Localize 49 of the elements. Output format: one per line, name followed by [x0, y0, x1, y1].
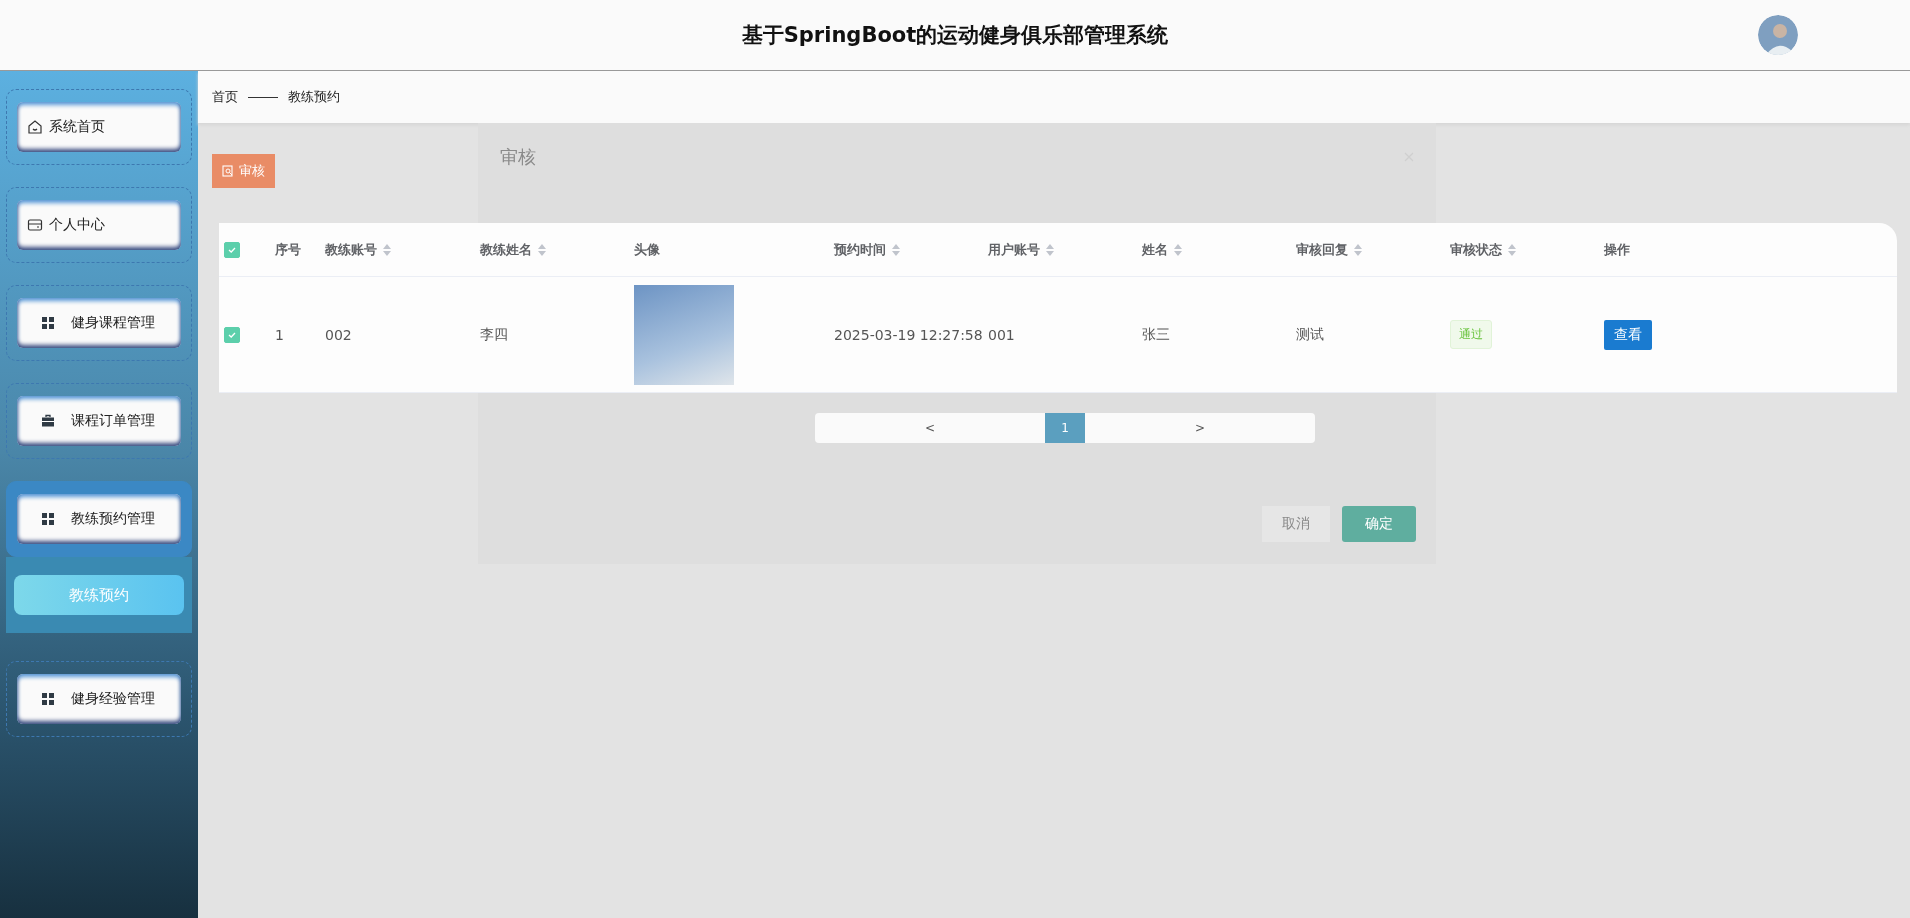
table-cell: 2025-03-19 12:27:58 — [834, 326, 983, 343]
grid-icon — [41, 692, 55, 706]
card-icon — [27, 217, 43, 233]
table-cell: 002 — [325, 326, 352, 343]
grid-icon — [41, 512, 55, 526]
menu-item[interactable]: 教练预约管理 — [17, 494, 181, 544]
audit-icon — [222, 165, 234, 177]
breadcrumb-separator — [248, 96, 278, 98]
status-tag: 通过 — [1450, 320, 1492, 349]
column-header[interactable]: 审核回复 — [1296, 240, 1348, 259]
column-header[interactable]: 预约时间 — [834, 240, 886, 259]
avatar-icon[interactable] — [1758, 15, 1798, 55]
sort-icon[interactable] — [1046, 243, 1054, 256]
dialog-title: 审核 — [500, 145, 536, 169]
next-page-button[interactable]: > — [1085, 413, 1315, 443]
column-header[interactable]: 教练账号 — [325, 240, 377, 259]
sort-icon[interactable] — [892, 243, 900, 256]
menu-item[interactable]: 系统首页 — [17, 102, 181, 152]
menu-item[interactable]: 健身经验管理 — [17, 674, 181, 724]
column-header[interactable]: 教练姓名 — [480, 240, 532, 259]
table-cell: 张三 — [1142, 325, 1170, 344]
menu-item[interactable]: 课程订单管理 — [17, 396, 181, 446]
breadcrumb-item[interactable]: 首页 — [212, 88, 238, 106]
app-title: 基于SpringBoot的运动健身俱乐部管理系统 — [741, 22, 1169, 49]
column-header[interactable]: 操作 — [1604, 240, 1630, 259]
column-header[interactable]: 序号 — [275, 240, 301, 259]
menu-item[interactable]: 健身课程管理 — [17, 298, 181, 348]
grid-icon — [41, 316, 55, 330]
briefcase-icon — [41, 414, 55, 428]
sort-icon[interactable] — [1354, 243, 1362, 256]
sort-icon[interactable] — [383, 243, 391, 256]
view-button[interactable]: 查看 — [1604, 319, 1652, 350]
column-header[interactable]: 姓名 — [1142, 240, 1168, 259]
table-cell: 测试 — [1296, 325, 1324, 344]
column-header[interactable]: 头像 — [634, 240, 660, 259]
column-header[interactable]: 用户账号 — [988, 240, 1040, 259]
checkbox[interactable] — [224, 241, 240, 258]
column-header[interactable]: 审核状态 — [1450, 240, 1502, 259]
sort-icon[interactable] — [1508, 243, 1516, 256]
breadcrumb-item[interactable]: 教练预约 — [288, 88, 340, 106]
table-cell: 001 — [988, 326, 1015, 343]
table-cell: 李四 — [480, 325, 508, 344]
home-icon — [27, 119, 43, 135]
sort-icon[interactable] — [1174, 243, 1182, 256]
menu-item[interactable]: 个人中心 — [17, 200, 181, 250]
table-cell: 1 — [275, 326, 284, 343]
checkbox[interactable] — [224, 326, 240, 343]
prev-page-button[interactable]: < — [815, 413, 1045, 443]
sort-icon[interactable] — [538, 243, 546, 256]
